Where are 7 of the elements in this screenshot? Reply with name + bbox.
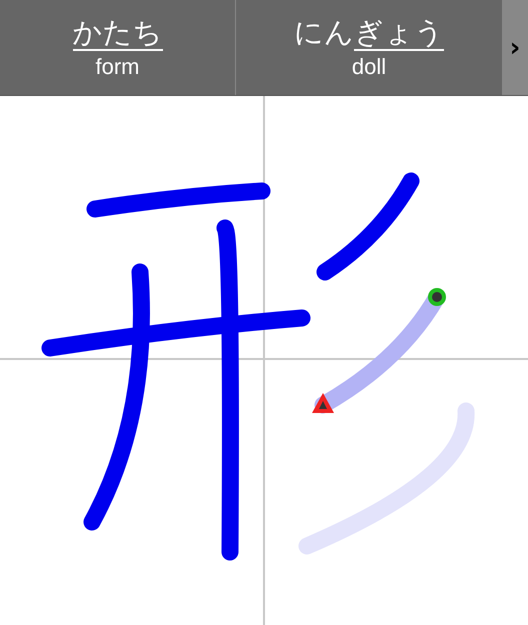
next-button[interactable]: › bbox=[502, 0, 528, 95]
word-reading: にん ぎょう bbox=[294, 16, 444, 50]
end-point-icon bbox=[312, 393, 334, 413]
word-meaning: form bbox=[96, 54, 140, 79]
word-meaning: doll bbox=[352, 54, 386, 79]
word-reading: かたち bbox=[72, 16, 162, 50]
start-point-icon bbox=[428, 288, 446, 306]
